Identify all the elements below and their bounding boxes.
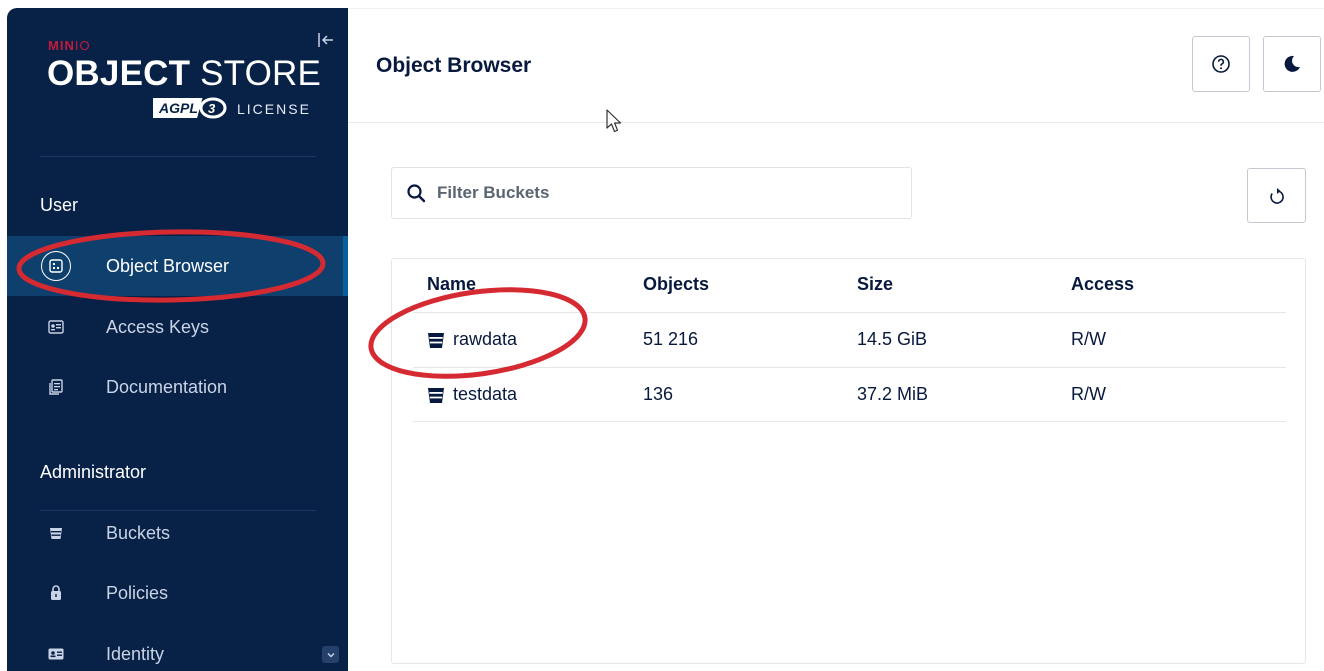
identity-card-icon [41, 639, 71, 669]
sidebar-item-label: Buckets [106, 522, 171, 543]
page-title: Object Browser [376, 54, 532, 77]
chevron-down-icon[interactable] [322, 646, 339, 663]
section-administrator: Administrator [40, 462, 147, 482]
size-cell: 37.2 MiB [857, 384, 929, 404]
table-row[interactable]: rawdata 51 216 14.5 GiB R/W [413, 312, 1286, 367]
svg-text:AGPL: AGPL [158, 100, 198, 116]
refresh-button[interactable] [1247, 168, 1306, 223]
size-cell: 14.5 GiB [857, 329, 928, 349]
divider [40, 156, 316, 157]
object-browser-icon [41, 251, 71, 281]
bucket-icon [41, 518, 71, 548]
objects-cell: 51 216 [643, 329, 699, 349]
product-title: OBJECT STORE [47, 54, 322, 93]
column-header-access[interactable]: Access [1071, 274, 1134, 295]
filter-buckets-input[interactable] [437, 183, 877, 203]
help-icon [1212, 55, 1230, 73]
filter-buckets-field[interactable] [391, 167, 912, 219]
sidebar-item-policies[interactable]: Policies [7, 563, 348, 623]
sidebar-item-label: Policies [106, 582, 169, 603]
documentation-icon [41, 372, 71, 402]
sidebar-item-buckets[interactable]: Buckets [7, 503, 348, 563]
dark-mode-toggle[interactable] [1263, 36, 1321, 92]
sidebar-item-label: Object Browser [106, 255, 230, 276]
sidebar-item-documentation[interactable]: Documentation [7, 357, 348, 417]
mouse-cursor-icon [606, 109, 622, 133]
sidebar-item-access-keys[interactable]: Access Keys [7, 297, 348, 357]
dark-mode-moon-icon [1284, 55, 1300, 72]
access-cell: R/W [1071, 329, 1106, 349]
help-button[interactable] [1192, 36, 1250, 92]
header-divider [348, 122, 1324, 123]
sidebar-item-label: Identity [106, 643, 165, 664]
bucket-icon [428, 332, 444, 348]
sidebar-item-label: Documentation [106, 376, 228, 397]
collapse-sidebar-icon[interactable] [316, 30, 336, 50]
sidebar-item-object-browser[interactable]: Object Browser [7, 236, 348, 296]
top-border [348, 8, 1324, 9]
column-header-objects[interactable]: Objects [643, 274, 709, 295]
svg-text:3: 3 [208, 101, 216, 116]
bucket-name-cell: rawdata [427, 329, 517, 350]
access-cell: R/W [1071, 384, 1106, 404]
sidebar: MINIO OBJECT STORE AGPL 3 LICENSE User O… [7, 8, 348, 671]
column-header-size[interactable]: Size [857, 274, 893, 295]
objects-cell: 136 [643, 384, 674, 404]
refresh-icon [1269, 187, 1284, 204]
section-user: User [40, 195, 79, 215]
sidebar-item-identity[interactable]: Identity [7, 624, 348, 671]
bucket-icon [428, 387, 444, 403]
policy-lock-icon [41, 578, 71, 608]
access-keys-icon [41, 312, 71, 342]
column-header-name[interactable]: Name [427, 274, 476, 295]
license-badge: AGPL 3 LICENSE [153, 96, 311, 122]
minio-logo: MINIO [48, 38, 91, 53]
bucket-name-cell: testdata [427, 384, 517, 405]
license-label: LICENSE [237, 101, 311, 117]
sidebar-item-label: Access Keys [106, 316, 210, 337]
bucket-name: rawdata [453, 329, 518, 349]
search-icon [407, 184, 426, 203]
agpl-logo: AGPL 3 [153, 97, 227, 119]
table-row[interactable]: testdata 136 37.2 MiB R/W [413, 367, 1286, 422]
bucket-name: testdata [453, 384, 518, 404]
